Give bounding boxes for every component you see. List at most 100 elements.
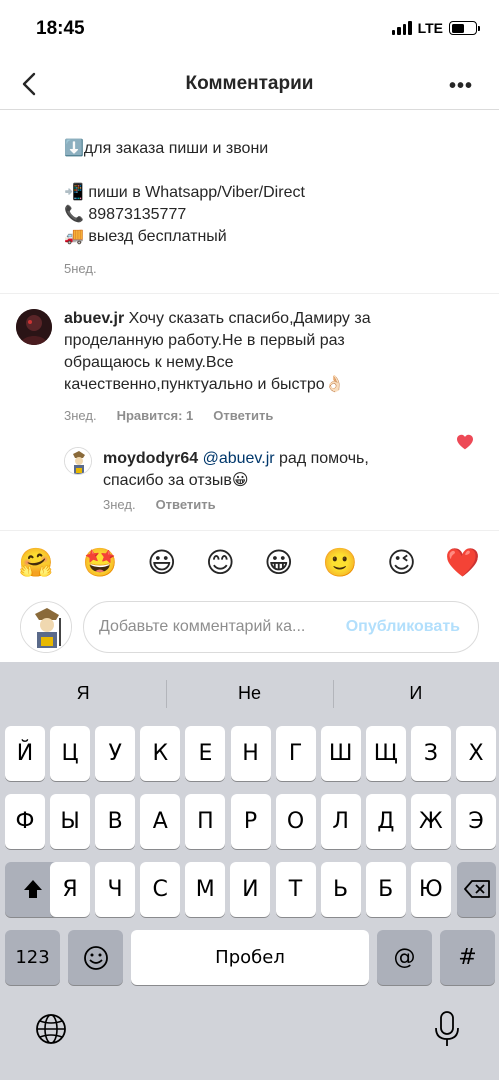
comment-meta: 3нед. Нравится: 1 Ответить <box>64 408 273 423</box>
comment-text: moydodyr64 @abuev.jr рад помочь, спасибо… <box>103 448 443 492</box>
key-letter[interactable]: З <box>410 726 451 781</box>
likes-count[interactable]: Нравится: 1 <box>117 408 194 423</box>
publish-button[interactable]: Опубликовать <box>346 618 460 636</box>
more-options-button[interactable]: ••• <box>449 75 473 98</box>
emoji-red-heart[interactable]: ❤️ <box>445 547 480 578</box>
key-letter[interactable]: Я <box>50 862 90 917</box>
key-letter[interactable]: Э <box>456 794 496 849</box>
key-letter[interactable]: Ы <box>50 794 91 849</box>
comment-input[interactable]: Добавьте комментарий ка... Опубликовать <box>83 601 479 653</box>
reply-button[interactable]: Ответить <box>213 408 273 423</box>
my-avatar <box>20 601 72 653</box>
key-letter[interactable]: Б <box>365 862 406 917</box>
globe-icon[interactable] <box>34 1012 68 1046</box>
backspace-icon <box>463 880 490 898</box>
status-indicators: LTE <box>391 20 480 36</box>
key-letter[interactable]: Т <box>275 862 316 917</box>
suggestion-item[interactable]: И <box>332 662 499 724</box>
emoji-grinning[interactable]: 😀 <box>264 547 293 578</box>
caption-line: ⬇️для заказа пиши и звони <box>64 140 269 157</box>
key-letter[interactable]: Л <box>320 794 361 849</box>
suggestion-bar: Я Не И <box>0 662 499 724</box>
emoji-blush[interactable]: 😊 <box>206 547 235 578</box>
avatar[interactable] <box>16 309 52 345</box>
emoji-slight-smile[interactable]: 🙂 <box>323 547 358 578</box>
key-letter[interactable]: Х <box>456 726 496 781</box>
comment-body: Хочу сказать спасибо,Дамиру за <box>128 310 371 327</box>
key-letter[interactable]: О <box>275 794 316 849</box>
key-letter[interactable]: Ф <box>5 794 45 849</box>
comment-placeholder: Добавьте комментарий ка... <box>99 618 306 635</box>
suggestion-item[interactable]: Не <box>166 662 332 724</box>
key-letter[interactable]: Щ <box>365 726 406 781</box>
reply-button[interactable]: Ответить <box>156 497 216 512</box>
comment-username[interactable]: moydodyr64 <box>103 450 198 467</box>
network-type: LTE <box>417 20 443 36</box>
at-key[interactable]: @ <box>377 930 432 985</box>
comment-composer: Добавьте комментарий ка... Опубликовать <box>0 594 499 662</box>
comment-username[interactable]: abuev.jr <box>64 310 124 327</box>
user-avatar-icon <box>16 309 52 345</box>
caption-line: 🚚 выезд бесплатный <box>64 228 227 245</box>
comment-body: обращаюсь к нему.Все <box>64 354 234 371</box>
caption-line: 📲 пиши в Whatsapp/Viber/Direct <box>64 184 305 201</box>
status-bar: 18:45 LTE <box>0 0 499 60</box>
comment-body: проделанную работу.Не в первый раз <box>64 332 345 349</box>
key-letter[interactable]: А <box>140 794 181 849</box>
comments-list: ⬇️для заказа пиши и звони 📲 пиши в Whats… <box>0 111 499 529</box>
shift-icon <box>23 880 42 898</box>
backspace-key[interactable] <box>457 862 496 917</box>
key-letter[interactable]: В <box>95 794 136 849</box>
key-letter[interactable]: Е <box>185 726 226 781</box>
avatar[interactable] <box>64 447 92 475</box>
key-letter[interactable]: Ч <box>95 862 136 917</box>
suggestion-item[interactable]: Я <box>0 662 166 724</box>
comment-body: качественно,пунктуально и быстро👌🏻 <box>64 376 345 393</box>
caption-line: 📞 89873135777 <box>64 206 187 223</box>
caption-time: 5нед. <box>64 261 97 276</box>
comment-time: 3нед. <box>64 408 97 423</box>
emoji-wink[interactable]: 😉 <box>387 547 416 578</box>
cellular-signal-icon <box>391 21 412 35</box>
key-letter[interactable]: М <box>185 862 226 917</box>
mention-link[interactable]: @abuev.jr <box>203 450 275 467</box>
key-letter[interactable]: Ь <box>320 862 361 917</box>
comment-time: 3нед. <box>103 497 136 512</box>
key-letter[interactable]: Д <box>365 794 406 849</box>
emoji-quick-bar: 🤗 🤩 😃 😊 😀 🙂 😉 ❤️ <box>0 530 499 594</box>
user-avatar-icon <box>65 448 91 474</box>
numbers-key[interactable]: 123 <box>5 930 60 985</box>
emoji-icon <box>83 946 108 970</box>
emoji-hugging[interactable]: 🤗 <box>19 547 54 578</box>
key-letter[interactable]: Н <box>230 726 271 781</box>
space-key[interactable]: Пробел <box>131 930 369 985</box>
comment-body: спасибо за отзыв😀 <box>103 472 249 489</box>
battery-icon <box>449 21 480 35</box>
key-letter[interactable]: И <box>230 862 271 917</box>
key-letter[interactable]: У <box>95 726 136 781</box>
key-letter[interactable]: С <box>140 862 181 917</box>
comment-text: abuev.jr Хочу сказать спасибо,Дамиру за … <box>64 308 434 396</box>
key-letter[interactable]: П <box>185 794 226 849</box>
key-letter[interactable]: Р <box>230 794 271 849</box>
emoji-star-struck[interactable]: 🤩 <box>83 547 118 578</box>
comment-body: рад помочь, <box>279 450 369 467</box>
key-letter[interactable]: Й <box>5 726 45 781</box>
reply-comment: moydodyr64 @abuev.jr рад помочь, спасибо… <box>0 431 499 521</box>
key-letter[interactable]: Ш <box>320 726 361 781</box>
emoji-smiley[interactable]: 😃 <box>147 547 176 578</box>
key-letter[interactable]: Ц <box>50 726 91 781</box>
page-title: Комментарии <box>185 73 314 94</box>
key-letter[interactable]: Ж <box>410 794 451 849</box>
emoji-key[interactable] <box>68 930 123 985</box>
key-letter[interactable]: К <box>140 726 181 781</box>
hash-key[interactable]: # <box>440 930 495 985</box>
keyboard: Я Не И Й Ц У К Е Н Г Ш Щ З Х Ф Ы В А П Р О Л Д Ж Э Я Ч С М И Т Ь Б Ю 12… <box>0 662 499 1080</box>
status-time: 18:45 <box>36 18 85 39</box>
caption-overflow <box>64 111 94 113</box>
key-letter[interactable]: Г <box>275 726 316 781</box>
nav-bar: Комментарии ••• <box>0 60 499 110</box>
comment-meta: 3нед. Ответить <box>103 497 216 512</box>
key-letter[interactable]: Ю <box>410 862 451 917</box>
microphone-icon[interactable] <box>432 1010 462 1048</box>
